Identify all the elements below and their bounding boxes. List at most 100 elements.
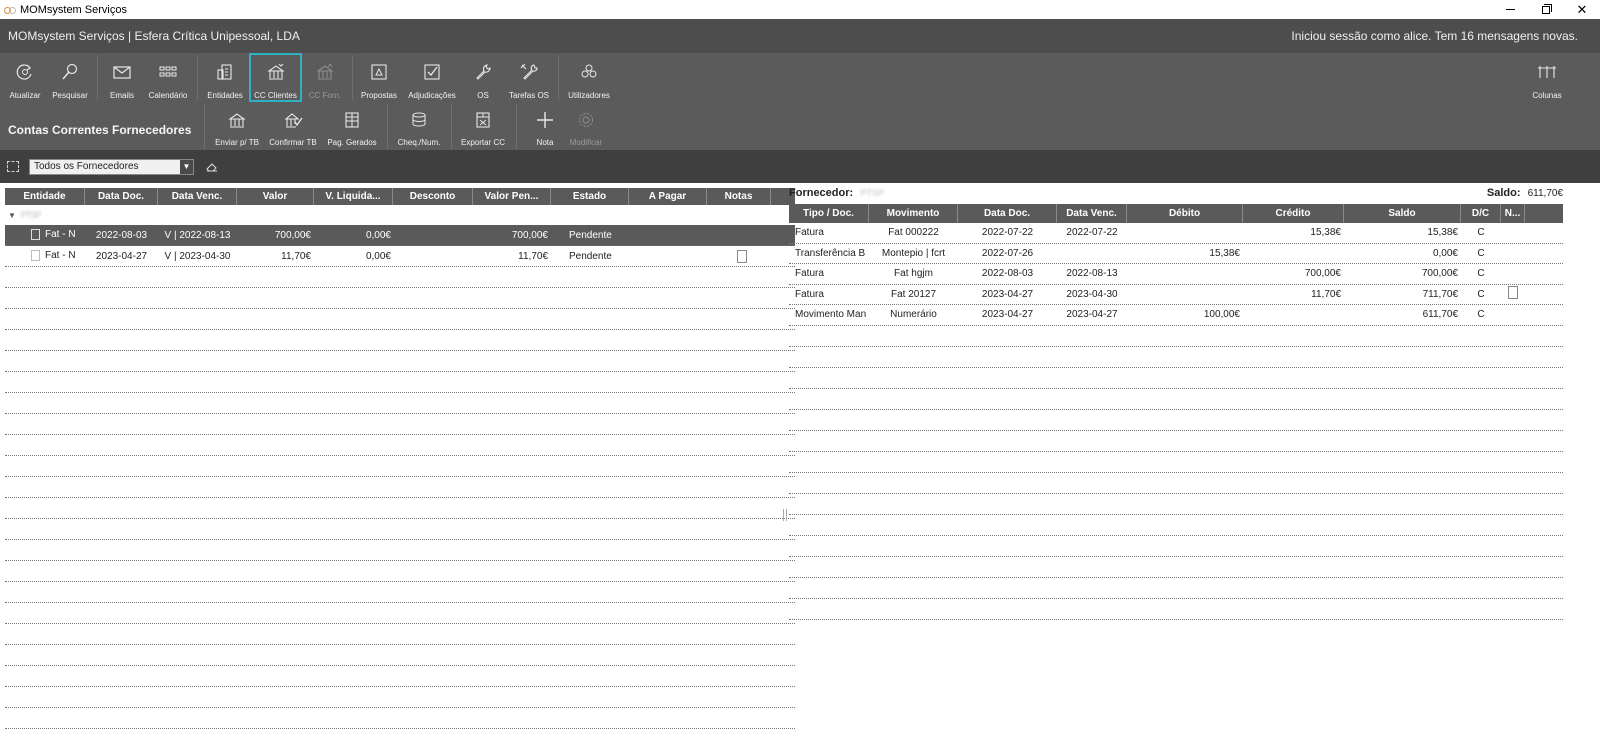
col-desconto[interactable]: Desconto — [393, 188, 473, 205]
cell-saldo: 711,70€ — [1422, 288, 1458, 300]
empty-row — [789, 347, 1563, 368]
col-v-liquidado[interactable]: V. Liquida... — [314, 188, 393, 205]
mail-icon — [113, 66, 131, 79]
propostas-button[interactable]: Propostas — [357, 53, 401, 102]
utilizadores-button[interactable]: Utilizadores — [563, 53, 615, 102]
toolbar-divider — [352, 55, 353, 100]
pesquisar-button[interactable]: Pesquisar — [48, 53, 92, 102]
toolbar-divider — [197, 55, 198, 100]
modificar-button[interactable]: Modificar — [565, 102, 607, 150]
supplier-group-row[interactable]: ▼ PTSP — [5, 205, 795, 225]
adjudicacoes-button[interactable]: Adjudicações — [404, 53, 460, 102]
minimize-icon — [1505, 9, 1515, 10]
empty-row — [5, 477, 795, 498]
note-icon[interactable] — [1508, 286, 1518, 300]
cell-debito: 15,38€ — [1209, 247, 1240, 259]
restore-button[interactable] — [1528, 0, 1564, 19]
nota-label: Nota — [536, 138, 554, 147]
atualizar-button[interactable]: Atualizar — [4, 53, 46, 102]
restore-icon — [1542, 3, 1552, 14]
cell-dc: C — [1477, 227, 1485, 239]
pag-gerados-button[interactable]: Pag. Gerados — [323, 102, 381, 150]
col-data-venc[interactable]: Data Venc. — [1057, 204, 1127, 223]
col-estado[interactable]: Estado — [551, 188, 629, 205]
table-row[interactable]: Fat - N 2023-04-27 V | 2023-04-30 11,70€… — [5, 246, 795, 267]
empty-row — [5, 393, 795, 414]
nota-button[interactable]: Nota — [527, 102, 563, 150]
close-button[interactable]: ✕ — [1564, 0, 1600, 19]
empty-row — [789, 431, 1563, 452]
app-logo-icon — [4, 5, 16, 15]
cc-clientes-button[interactable]: CC Clientes — [249, 53, 302, 102]
select-all-icon[interactable] — [7, 161, 19, 172]
utilizadores-label: Utilizadores — [568, 91, 610, 100]
table-row[interactable]: Movimento Man Numerário 2023-04-27 2023-04-… — [789, 305, 1563, 326]
table-row[interactable]: Fatura Fat 000222 2022-07-22 2022-07-22 15,3… — [789, 223, 1563, 244]
cell-saldo: 700,00€ — [1421, 268, 1458, 280]
cell-estado: Pendente — [569, 250, 612, 262]
cheq-num-button[interactable]: Cheq./Num. — [392, 102, 446, 150]
col-valor[interactable]: Valor — [237, 188, 314, 205]
empty-row — [5, 708, 795, 729]
empty-row — [789, 557, 1563, 578]
chevron-down-icon[interactable]: ▼ — [180, 160, 193, 174]
enviar-tb-button[interactable]: Enviar p/ TB — [210, 102, 264, 150]
table-row[interactable]: Transferência B Montepio | fcrt 2022-07-26… — [789, 244, 1563, 264]
table-row[interactable]: Fatura Fat hgjm 2022-08-03 2022-08-13 700,00… — [789, 264, 1563, 285]
col-data-doc[interactable]: Data Doc. — [85, 188, 158, 205]
bank-confirm-icon — [284, 113, 303, 128]
plus-icon — [537, 112, 553, 128]
cell-dc: C — [1477, 309, 1485, 321]
tools-icon — [520, 63, 538, 80]
section-title: Contas Correntes Fornecedores — [8, 123, 192, 137]
expand-caret-icon[interactable]: ▼ — [8, 211, 16, 220]
col-entidade[interactable]: Entidade — [5, 188, 85, 205]
empty-row — [789, 473, 1563, 494]
supplier-movements-panel: Fornecedor: PTSP Saldo: 611,70€ Tipo / D… — [789, 183, 1563, 620]
col-data-venc[interactable]: Data Venc. — [158, 188, 237, 205]
exportar-cc-button[interactable]: Exportar CC — [456, 102, 510, 150]
os-label: OS — [477, 91, 489, 100]
fornecedor-filter-select[interactable]: Todos os Fornecedores ▼ — [29, 159, 194, 175]
col-notas[interactable]: Notas — [707, 188, 771, 205]
colunas-button[interactable]: Colunas — [1527, 53, 1567, 102]
table-row[interactable]: Fat - N 2022-08-03 V | 2022-08-13 700,00… — [5, 225, 795, 246]
note-icon[interactable] — [737, 249, 747, 263]
col-nota[interactable]: N... — [1501, 204, 1525, 223]
cell-valor: 700,00€ — [274, 229, 311, 241]
col-credito[interactable]: Crédito — [1243, 204, 1344, 223]
modificar-label: Modificar — [569, 138, 603, 147]
empty-row — [789, 368, 1563, 389]
toolbar-divider — [516, 104, 517, 149]
confirmar-tb-button[interactable]: Confirmar TB — [266, 102, 320, 150]
search-icon — [62, 63, 78, 80]
col-dc[interactable]: D/C — [1461, 204, 1501, 223]
group-label: PTSP — [20, 210, 41, 220]
panel-splitter-handle[interactable] — [783, 509, 787, 521]
col-tipo-doc[interactable]: Tipo / Doc. — [789, 204, 869, 223]
col-movimento[interactable]: Movimento — [869, 204, 958, 223]
eraser-icon[interactable] — [206, 162, 218, 172]
os-button[interactable]: OS — [468, 53, 498, 102]
col-debito[interactable]: Débito — [1127, 204, 1243, 223]
bank-client-icon — [266, 63, 285, 80]
calendario-button[interactable]: Calendário — [145, 53, 191, 102]
cell-dc: C — [1477, 288, 1485, 300]
entidades-button[interactable]: Entidades — [204, 53, 246, 102]
tarefas-os-button[interactable]: Tarefas OS — [506, 53, 552, 102]
col-data-doc[interactable]: Data Doc. — [958, 204, 1057, 223]
cell-data-venc: 2022-07-22 — [1066, 227, 1118, 239]
minimize-button[interactable] — [1492, 0, 1528, 19]
toolbar-divider — [558, 55, 559, 100]
empty-row — [789, 578, 1563, 599]
emails-button[interactable]: Emails — [102, 53, 142, 102]
col-a-pagar[interactable]: A Pagar — [629, 188, 707, 205]
col-valor-pendente[interactable]: Valor Pen... — [473, 188, 551, 205]
col-saldo[interactable]: Saldo — [1344, 204, 1461, 223]
pesquisar-label: Pesquisar — [52, 91, 88, 100]
cell-data-doc: 2022-08-03 — [95, 229, 148, 241]
empty-row — [789, 536, 1563, 557]
cc-forn-button[interactable]: CC Forn. — [304, 53, 346, 102]
cell-data-doc: 2022-07-26 — [981, 247, 1034, 259]
table-row[interactable]: Fatura Fat 20127 2023-04-27 2023-04-30 11,70… — [789, 285, 1563, 305]
